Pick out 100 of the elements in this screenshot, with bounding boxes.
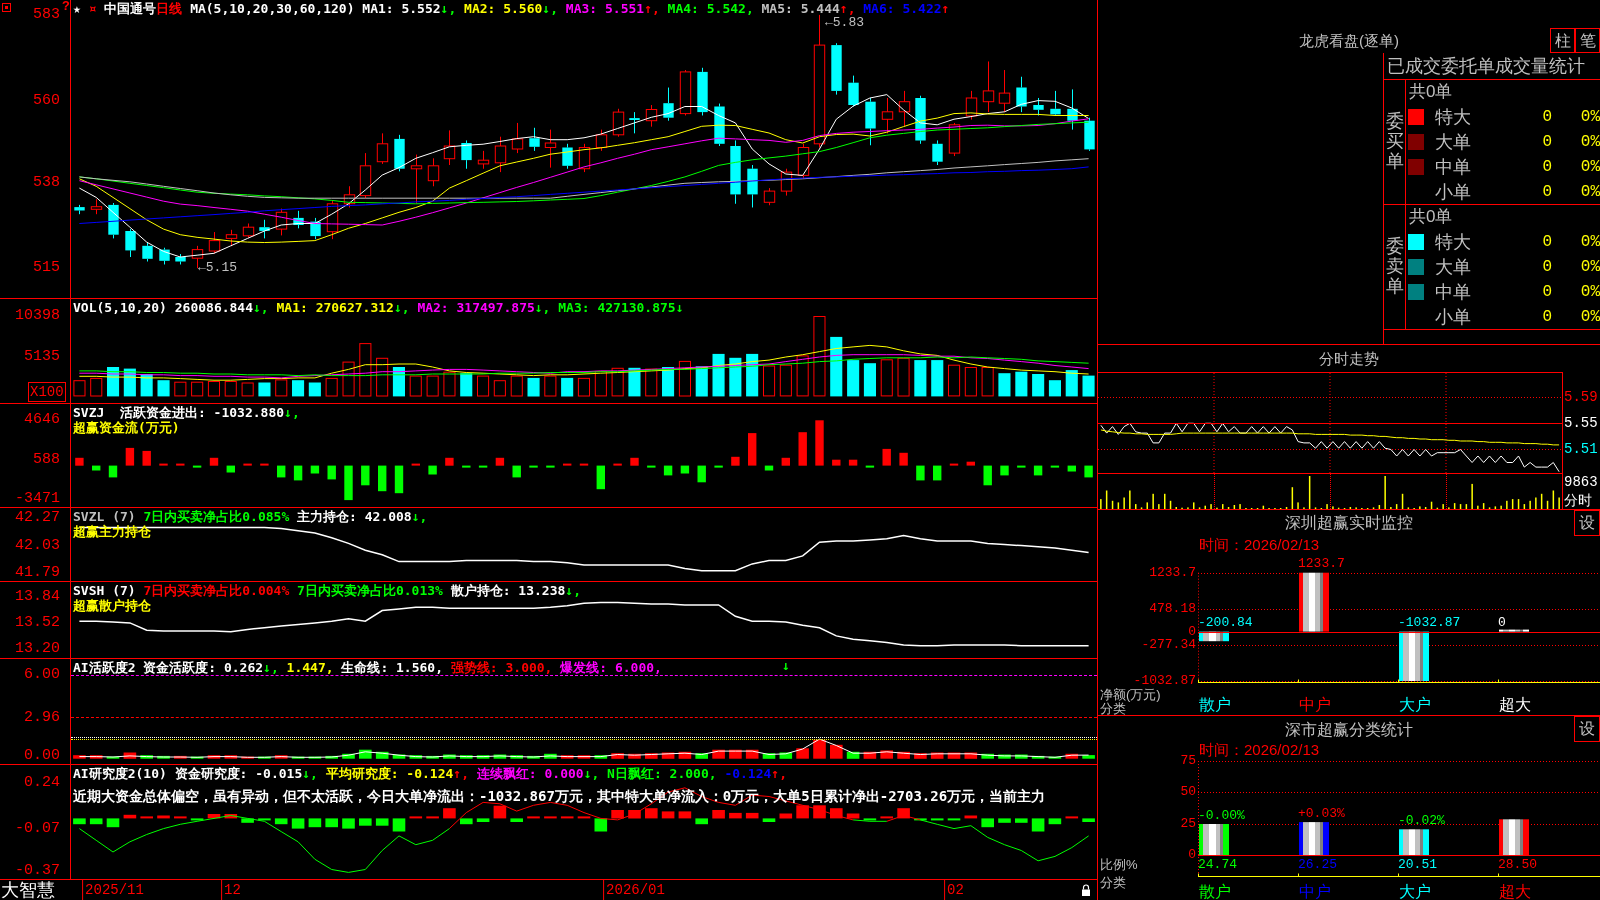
date-label: 12 [221,880,241,900]
axis-label: 5.55 [1564,415,1598,431]
category-label: 散户 [1199,884,1231,900]
order-count: 0 [1542,256,1552,277]
order-count: 0 [1542,156,1552,177]
axis-label: 50 [1180,785,1196,799]
indicator-legend: SVZL (7) 7日内买卖净占比0.085% 主力持仓: 42.008↓, [73,509,428,524]
category-label: 大户 [1399,884,1431,900]
price-annotation: ←5.15 [198,261,237,275]
axis-label: 25 [1180,817,1196,831]
axis-label: 42.03 [15,537,60,554]
category-label: 超大 [1499,884,1531,900]
indicator-caption: 超赢散户持仓 [73,598,151,613]
order-size-label: 小单 [1435,181,1472,202]
change-label: -0.00% [1198,809,1245,823]
order-count: 0 [1542,306,1552,327]
brand-label: 大智慧 [0,880,55,900]
order-count: 0 [1542,131,1552,152]
axis-label: -3471 [15,491,60,507]
indicator-legend: AI活跃度2 资金活跃度: 0.262↓, 1.447, 生命线: 1.560, 强势线: 3.000, 爆发线: 6.000, [73,660,662,675]
order-total: 共0单 [1409,207,1453,227]
axis-label: 10398 [15,308,60,324]
axis-label: 4646 [24,411,60,428]
value-label: 24.74 [1198,858,1237,872]
order-share: 0% [1580,181,1600,202]
indicator-legend: ★ ¤ 中国通号日线 MA(5,10,20,30,60,120) MA1: 5.552↓, MA2: 5.560↓, MA3: 5.551↑, MA4: 5.542, MA5: 5.444↑, MA6: 5.422↑ [73,1,950,16]
order-share: 0% [1580,231,1600,252]
order-size-label: 特大 [1435,231,1472,252]
order-size-label: 中单 [1435,281,1472,302]
order-share: 0% [1580,106,1600,127]
category-label: 中户 [1299,884,1331,900]
axis-label: 538 [33,174,60,191]
value-label: 26.25 [1298,858,1337,872]
order-count: 0 [1542,231,1552,252]
indicator-caption: 超赢主力持仓 [73,524,151,539]
axis-label: 5135 [24,348,60,365]
value-label: 1233.7 [1298,557,1345,571]
order-share: 0% [1580,281,1600,302]
group-label: 委买单 [1385,112,1404,172]
axis-label: 13.52 [15,614,60,631]
axis-label: 0 [1188,848,1196,862]
axis-label: 5.51 [1564,441,1598,457]
axis-title: 净额(万元) [1100,688,1161,701]
price-annotation: ←5.83 [825,16,864,30]
order-size-label: 大单 [1435,256,1472,277]
indicator-legend: SVSH (7) 7日内买卖净占比0.004% 7日内买卖净占比0.013% 散户持仓: 13.238↓, [73,583,581,598]
axis-label: 41.79 [15,565,60,581]
axis-label: 560 [33,92,60,109]
time-label: 时间：2026/02/13 [1199,742,1320,758]
order-size-label: 大单 [1435,131,1472,152]
value-label: 28.50 [1498,858,1537,872]
order-share: 0% [1580,306,1600,327]
order-count: 0 [1542,106,1552,127]
axis-title: 分类 [1100,702,1126,715]
indicator-caption: 超赢资金流(万元) [73,420,180,435]
date-label: 2025/11 [82,880,144,900]
unit-label: X100 [28,382,66,402]
axis-label: 583 [33,6,60,23]
order-share: 0% [1580,131,1600,152]
group-label: 委卖单 [1385,237,1404,297]
axis-label: -277.34 [1141,638,1196,652]
panel-title: 龙虎看盘(逐单) [1299,33,1399,49]
indicator-legend: AI研究度2(10) 资金研究度: -0.015↓, 平均研究度: -0.124↑, 连续飘红: 0.000↓, N日飘红: 2.000, -0.124↑, [73,766,787,781]
category-label: 大户 [1399,697,1431,713]
order-count: 0 [1542,181,1552,202]
date-label: 02 [944,880,964,900]
indicator-legend: SVZJ 活跃资金进出: -1032.880↓, [73,405,300,420]
panel-title: 深圳超赢实时监控 [1285,514,1413,533]
panel-title: 深市超赢分类统计 [1285,721,1413,740]
axis-title: 分时 [1564,492,1592,508]
axis-label: 5.59 [1564,389,1598,405]
order-share: 0% [1580,256,1600,277]
axis-label: 0.00 [24,748,60,764]
axis-label: -0.37 [15,863,60,879]
axis-label: 42.27 [15,510,60,527]
order-size-label: 小单 [1435,306,1472,327]
change-label: -0.02% [1398,814,1445,828]
date-label: 2026/01 [603,880,665,900]
signal-arrow: ↓ [782,659,790,673]
order-count: 0 [1542,281,1552,302]
panel-title: 分时走势 [1319,350,1379,367]
value-label: 20.51 [1398,858,1437,872]
axis-label: 9863 [1564,474,1598,490]
axis-label: 0 [1188,625,1196,639]
order-share: 0% [1580,156,1600,177]
axis-title: 比例% [1100,858,1138,871]
axis-label: 588 [33,451,60,468]
axis-label: 75 [1180,754,1196,768]
time-label: 时间：2026/02/13 [1199,537,1320,553]
axis-label: -0.07 [15,820,60,837]
axis-label: 6.00 [24,667,60,684]
order-size-label: 中单 [1435,156,1472,177]
value-label: -1032.87 [1398,616,1461,630]
axis-label: 13.20 [15,641,60,657]
category-label: 超大 [1499,697,1531,713]
category-label: 中户 [1299,697,1331,713]
axis-label: 515 [33,260,60,277]
axis-label: -1032.87 [1133,674,1196,688]
value-label: 0 [1498,616,1506,630]
table-title: 已成交委托单成交量统计 [1387,56,1585,76]
